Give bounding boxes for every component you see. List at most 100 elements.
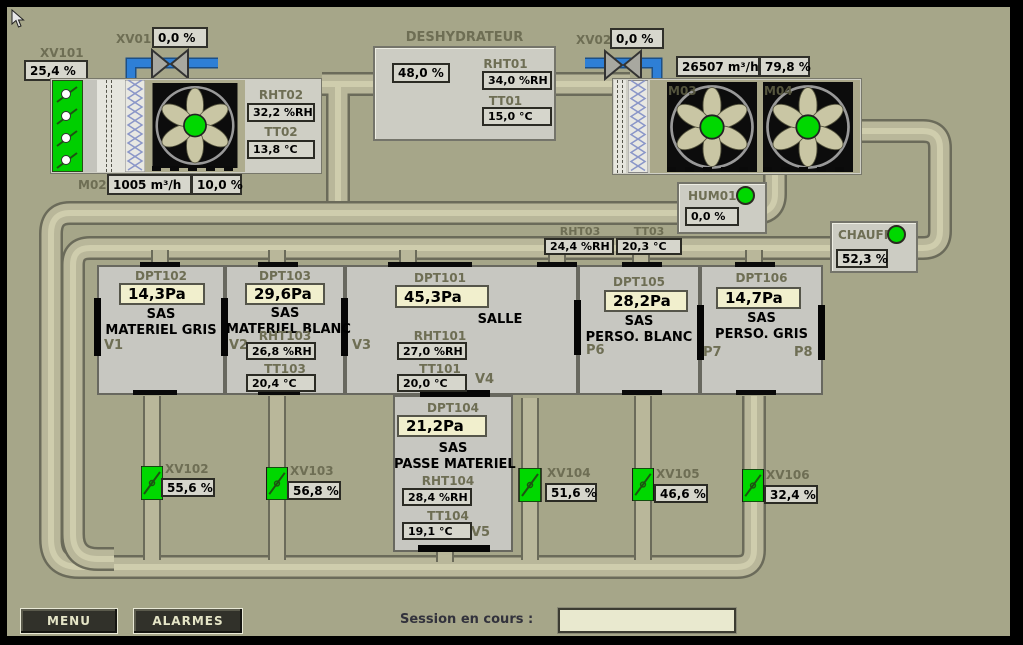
dpt103-value-box: 29,6Pa [245, 283, 325, 305]
rht03-value-box: 24,4 %RH [544, 238, 614, 255]
rht103-label: RHT103 [225, 329, 345, 343]
fan-grille-dashes [667, 167, 757, 172]
dpt106-label: DPT106 [700, 271, 823, 285]
rht104-value-box: 28,4 %RH [402, 488, 472, 506]
damper-divider-icon [617, 80, 623, 173]
tt03-value-box: 20,3 °C [616, 238, 682, 255]
xv105-label: XV105 [656, 467, 700, 481]
rht03-label: RHT03 [549, 225, 611, 238]
xv103-value-box: 56,8 % [287, 481, 341, 500]
motor-m04-label: M04 [764, 84, 793, 98]
grille-bar [258, 262, 298, 267]
dpt104-label: DPT104 [393, 401, 513, 415]
rht02-value-box: 32,2 %RH [247, 103, 315, 122]
alarms-button[interactable]: ALARMES [133, 608, 243, 634]
rht01-label: RHT01 [463, 57, 548, 71]
door-label-v5: V5 [471, 525, 490, 540]
grille-bar [537, 262, 577, 267]
rht02-label: RHT02 [247, 88, 315, 102]
damper-xv106-icon[interactable] [742, 469, 764, 502]
damper-xv102-icon[interactable] [141, 466, 163, 500]
xv106-value-box: 32,4 % [764, 485, 818, 504]
rht101-value-box: 27,0 %RH [397, 342, 467, 360]
grille-bar [622, 390, 662, 395]
chauff-label: CHAUFF [838, 228, 892, 242]
tt01-label: TT01 [463, 94, 548, 108]
dpt105-label: DPT105 [578, 275, 700, 289]
xv01-value-box[interactable]: 0,0 % [152, 27, 208, 48]
room-name-line2: PASSE MATERIEL [394, 457, 516, 472]
xv103-label: XV103 [290, 464, 334, 478]
hmi-window: XV101 25,4 % XV01 0,0 % XV02 0,0 % [0, 0, 1023, 645]
grille-bar [140, 262, 180, 267]
room-name-line1: SAS [747, 311, 776, 326]
xv02-label: XV02 [576, 33, 611, 47]
door-label-v3: V3 [352, 338, 371, 353]
grille-bar [133, 390, 177, 395]
tt02-label: TT02 [247, 125, 315, 139]
fan-grille-dashes [152, 166, 238, 171]
room-name-line2: PERSO. GRIS [715, 327, 808, 342]
tt104-label: TT104 [393, 509, 503, 523]
room-name-salle: SALLE [455, 312, 545, 328]
xv101-label: XV101 [40, 46, 84, 60]
tt101-value-box: 20,0 °C [397, 374, 467, 392]
xv104-value-box: 51,6 % [545, 483, 597, 502]
dpt105-value-box: 28,2Pa [604, 290, 688, 312]
motor-m03-label: M03 [668, 84, 697, 98]
room-name-line1: SAS [271, 306, 300, 321]
tt02-value-box: 13,8 °C [247, 140, 315, 159]
valve-xv01-icon[interactable] [150, 48, 190, 80]
damper-xv104-icon[interactable] [518, 468, 542, 502]
room-name-sas-perso-blanc: SAS PERSO. BLANC [579, 314, 699, 346]
tt03-label: TT03 [620, 225, 678, 238]
tt104-value-box: 19,1 °C [402, 522, 472, 540]
grille-bar [622, 262, 662, 267]
ahu-left-flow-box: 1005 m³/h [107, 174, 192, 195]
door-label-p7: P7 [703, 345, 722, 360]
session-label: Session en cours : [400, 612, 533, 627]
xv102-value-box: 55,6 % [161, 478, 215, 497]
tt103-value-box: 20,4 °C [246, 374, 316, 392]
grille-bar [735, 262, 775, 267]
room-name-sas-passe-materiel: SAS PASSE MATERIEL [394, 441, 512, 473]
damper-xv103-icon[interactable] [266, 467, 288, 500]
deshydrateur-title: DESHYDRATEUR [373, 30, 556, 45]
xv102-label: XV102 [165, 462, 209, 476]
grille-bar [388, 262, 472, 267]
dpt101-label: DPT101 [375, 271, 505, 285]
xv01-label: XV01 [116, 32, 151, 46]
menu-button[interactable]: MENU [20, 608, 118, 634]
ahu-right-flow-box: 26507 m³/h [676, 56, 760, 77]
session-input[interactable] [558, 608, 736, 633]
valve-xv02-icon[interactable] [603, 49, 643, 81]
fan-m02-icon[interactable] [150, 83, 240, 168]
dpt103-label: DPT103 [225, 269, 345, 283]
hum01-status-indicator [736, 186, 755, 205]
motor-m02-label: M02 [78, 178, 107, 192]
rht01-value-box: 34,0 %RH [482, 71, 552, 90]
filter-icon [628, 80, 648, 173]
xv104-label: XV104 [547, 466, 591, 480]
dpt104-value-box: 21,2Pa [397, 415, 487, 437]
room-name-sas-perso-gris: SAS PERSO. GRIS [701, 311, 822, 343]
room-name-line1: SAS [439, 441, 468, 456]
ahu-left-percent-box: 10,0 % [191, 174, 242, 195]
damper-xv105-icon[interactable] [632, 468, 654, 501]
xv02-value-box[interactable]: 0,0 % [610, 28, 664, 49]
door-v5 [418, 545, 490, 552]
mouse-cursor-icon [11, 9, 25, 29]
door-label-v1: V1 [104, 338, 123, 353]
xv106-label: XV106 [766, 468, 810, 482]
room-name-line2: PERSO. BLANC [586, 330, 693, 345]
hum01-label: HUM01 [688, 189, 736, 203]
deshydrateur-percent-box: 48,0 % [392, 63, 450, 83]
xv105-value-box: 46,6 % [654, 484, 708, 503]
tt01-value-box: 15,0 °C [482, 107, 552, 126]
dpt102-label: DPT102 [97, 269, 225, 283]
hum01-value-box: 0,0 % [685, 207, 739, 226]
room-name-sas-materiel-gris: SAS MATERIEL GRIS [99, 307, 223, 339]
ahu-right-percent-box: 79,8 % [759, 56, 810, 77]
rht101-label: RHT101 [375, 329, 505, 343]
intake-louver-xv101-icon[interactable] [52, 80, 83, 172]
